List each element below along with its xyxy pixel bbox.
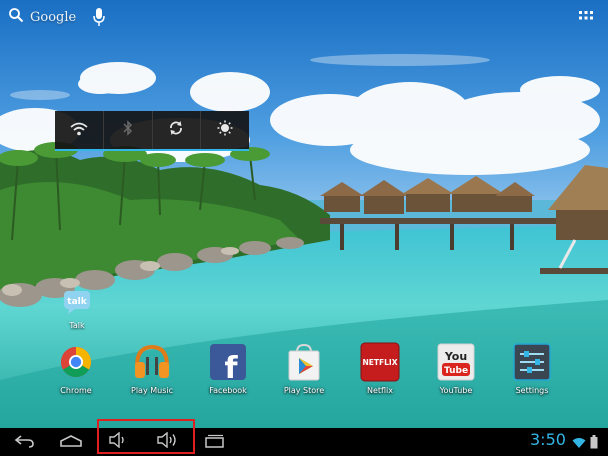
back-icon (13, 433, 35, 452)
svg-text:NETFLIX: NETFLIX (363, 358, 398, 367)
talk-shortcut[interactable]: talk Talk (60, 290, 94, 330)
chrome-label: Chrome (60, 386, 92, 395)
app-play-music[interactable]: Play Music (114, 340, 190, 395)
play-music-label: Play Music (131, 386, 173, 395)
recent-apps-icon (203, 433, 225, 452)
status-clock: 3:50 (530, 430, 566, 449)
talk-icon: talk (63, 290, 91, 314)
chrome-icon (56, 342, 96, 382)
app-dock: Chrome Play Music f Facebook Play Store … (0, 340, 608, 400)
wifi-signal-icon (572, 434, 586, 453)
app-youtube[interactable]: You Tube YouTube (418, 340, 494, 395)
battery-icon (590, 434, 598, 453)
svg-text:f: f (224, 351, 238, 382)
svg-text:talk: talk (67, 297, 87, 307)
play-store-icon (284, 342, 324, 382)
talk-label: Talk (69, 321, 85, 330)
google-search-bar[interactable]: Google (8, 6, 76, 28)
bluetooth-toggle[interactable] (104, 111, 153, 149)
volume-buttons-highlight (97, 419, 195, 454)
power-control-widget (55, 111, 249, 151)
all-apps-grid-icon[interactable] (578, 10, 594, 26)
brightness-toggle[interactable] (201, 111, 249, 149)
facebook-icon: f (208, 342, 248, 386)
wifi-icon (70, 121, 88, 140)
netflix-label: Netflix (366, 386, 394, 395)
facebook-label: Facebook (209, 386, 247, 395)
sync-toggle[interactable] (153, 111, 202, 149)
netflix-icon: NETFLIX (360, 342, 400, 382)
microphone-icon[interactable] (92, 7, 106, 27)
youtube-icon: You Tube (436, 342, 476, 382)
google-search-label: Google (30, 9, 77, 25)
youtube-label: YouTube (439, 386, 473, 395)
settings-label: Settings (515, 386, 549, 395)
home-icon (59, 433, 83, 452)
settings-icon (512, 342, 552, 382)
app-netflix[interactable]: NETFLIX Netflix (342, 340, 418, 395)
home-button[interactable] (58, 432, 84, 452)
wifi-toggle[interactable] (55, 111, 104, 149)
play-music-icon (132, 342, 172, 382)
app-play-store[interactable]: Play Store (266, 340, 342, 395)
app-facebook[interactable]: f Facebook (190, 340, 266, 395)
search-icon (8, 7, 24, 27)
svg-text:You: You (444, 350, 467, 363)
app-settings[interactable]: Settings (494, 340, 570, 395)
back-button[interactable] (12, 432, 36, 452)
bluetooth-icon (123, 120, 133, 140)
svg-text:Tube: Tube (444, 366, 468, 376)
app-chrome[interactable]: Chrome (38, 340, 114, 395)
brightness-icon (217, 120, 233, 140)
sync-icon (168, 120, 184, 140)
play-store-label: Play Store (283, 386, 325, 395)
system-navigation-bar (0, 428, 608, 456)
status-icons (572, 434, 598, 453)
recent-apps-button[interactable] (202, 432, 226, 452)
